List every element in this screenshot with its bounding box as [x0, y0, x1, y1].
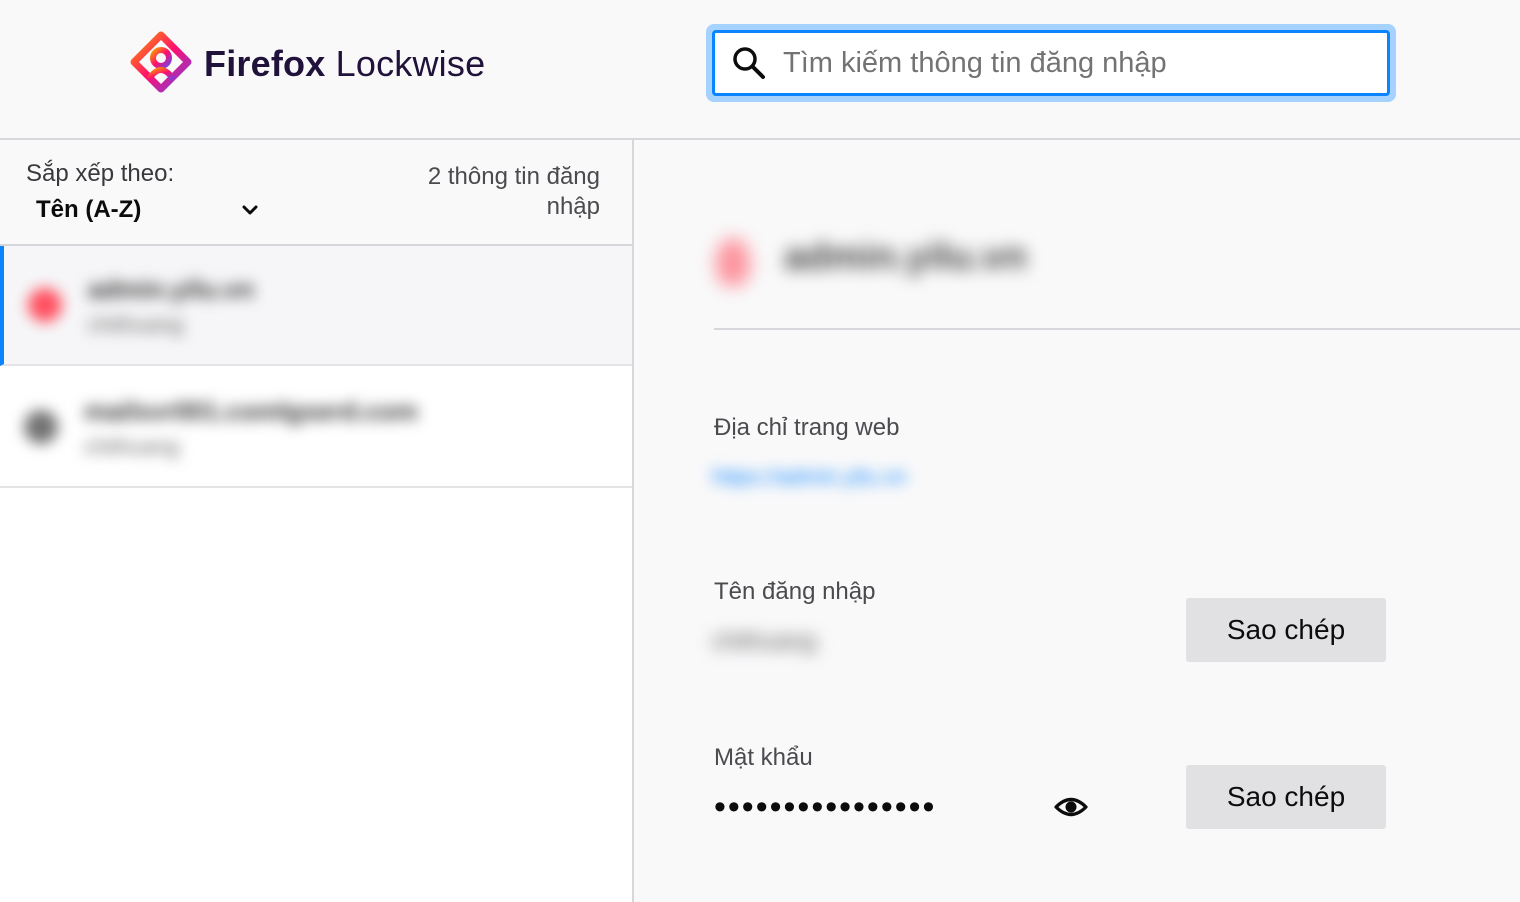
brand-secondary: Lockwise: [335, 43, 486, 84]
sort-label: Sắp xếp theo:: [26, 160, 175, 187]
lockwise-logo-icon: [130, 31, 192, 93]
sort-select[interactable]: Tên (A-Z): [36, 192, 260, 228]
sort-value: Tên (A-Z): [36, 196, 142, 223]
login-item-title: admin.yilu.vn: [88, 274, 255, 304]
chevron-down-icon: [242, 205, 258, 215]
search-icon: [733, 47, 765, 79]
login-count: 2 thông tin đăng nhập: [427, 163, 600, 220]
website-label: Địa chỉ trang web: [714, 414, 900, 441]
site-favicon-icon: [28, 288, 62, 322]
login-item-title: mailsvr001.comlgserd.com: [84, 396, 418, 426]
username-label: Tên đăng nhập: [714, 578, 876, 605]
site-favicon-icon: [24, 410, 58, 444]
password-value: ••••••••••••••••: [714, 788, 937, 826]
copy-password-button[interactable]: Sao chép: [1186, 765, 1386, 829]
detail-divider: [714, 328, 1520, 330]
password-label: Mật khẩu: [714, 744, 813, 771]
login-list-item[interactable]: admin.yilu.vn chithuang: [0, 246, 632, 366]
sort-bar: Sắp xếp theo: Tên (A-Z) 2 thông tin đăng…: [0, 140, 632, 246]
detail-title: admin.yilu.vn: [784, 236, 1027, 278]
website-link[interactable]: https://admin.yilu.vn: [712, 464, 906, 490]
login-detail-panel: admin.yilu.vn Địa chỉ trang web https://…: [634, 140, 1520, 902]
eye-icon[interactable]: [1054, 792, 1088, 822]
brand: Firefox Lockwise: [128, 30, 485, 98]
brand-name: Firefox Lockwise: [204, 43, 485, 85]
search-box[interactable]: [712, 30, 1390, 96]
login-list-panel: Sắp xếp theo: Tên (A-Z) 2 thông tin đăng…: [0, 140, 634, 902]
login-item-username: chithuang: [84, 434, 180, 459]
copy-username-button[interactable]: Sao chép: [1186, 598, 1386, 662]
brand-primary: Firefox: [204, 43, 326, 84]
login-list-item[interactable]: mailsvr001.comlgserd.com chithuang: [0, 368, 632, 488]
app-header: Firefox Lockwise: [0, 0, 1520, 140]
search-input[interactable]: [781, 45, 1365, 81]
detail-favicon-icon: [716, 238, 750, 286]
username-value: chithuang: [712, 628, 817, 655]
login-item-username: chithuang: [88, 312, 184, 337]
